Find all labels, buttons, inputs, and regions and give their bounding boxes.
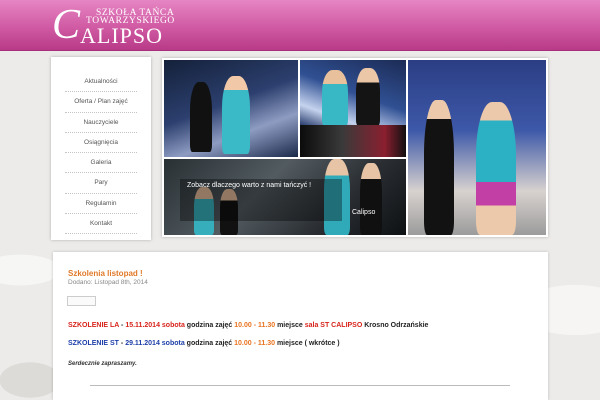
slider-caption-name: Calipso (352, 209, 376, 216)
post-regards: Serdecznie zapraszamy. (68, 361, 137, 367)
training-label: SZKOLENIE LA (68, 322, 120, 329)
menu-item-pary[interactable]: Pary (65, 173, 137, 194)
slider-photo-1 (164, 60, 298, 157)
training-text: godzina zajęć (184, 322, 235, 329)
training-time: 10.00 - 11.30 (234, 340, 276, 347)
menu-item-osiagniecia[interactable]: Osiągnięcia (65, 133, 137, 154)
menu-item-nauczyciele[interactable]: Nauczyciele (65, 113, 137, 133)
calipso-logo[interactable]: C SZKOŁA TAŃCA TOWARZYSKIEGO ALIPSO (52, 2, 192, 48)
logo-letter: C (52, 2, 81, 48)
menu-item-oferta[interactable]: Oferta / Plan zajęć (65, 92, 137, 113)
training-date: 29.11.2014 sobota (125, 340, 185, 347)
training-text: godzina zajęć (184, 340, 235, 347)
post-title[interactable]: Szkolenia listopad ! (68, 269, 143, 278)
site-header: C SZKOŁA TAŃCA TOWARZYSKIEGO ALIPSO (0, 0, 600, 51)
menu-item-aktualnosci[interactable]: Aktualności (65, 72, 137, 93)
post-divider (90, 385, 510, 386)
menu-item-kontakt[interactable]: Kontakt (65, 214, 137, 235)
training-line-st: SZKOLENIE ST - 29.11.2014 sobota godzina… (68, 340, 340, 347)
training-line-la: SZKOLENIE LA - 15.11.2014 sobota godzina… (68, 322, 428, 329)
training-text: miejsce ( wkrótce ) (275, 340, 340, 347)
menu-item-galeria[interactable]: Galeria (65, 153, 137, 174)
training-text: miejsce (275, 322, 305, 329)
slider-photo-3 (300, 125, 406, 157)
slider-photo-5 (408, 60, 546, 235)
training-label: SZKOLENIE ST (68, 340, 119, 347)
slider-caption[interactable]: Zobacz dlaczego warto z nami tańczyć ! C… (180, 179, 375, 221)
slider-photo-2 (300, 60, 406, 125)
sidebar-menu: Aktualności Oferta / Plan zajęć Nauczyci… (51, 57, 151, 240)
training-date: 15.11.2014 sobota (125, 322, 185, 329)
logo-name: ALIPSO (80, 23, 164, 48)
nav-menu: Aktualności Oferta / Plan zajęć Nauczyci… (65, 72, 137, 235)
training-place: sala ST CALIPSO (304, 322, 363, 329)
main-content: Szkolenia listopad ! Dodano: Listopad 8t… (53, 252, 548, 400)
slider-caption-text[interactable]: Zobacz dlaczego warto z nami tańczyć ! (187, 182, 311, 189)
post-date: Dodano: Listopad 8th, 2014 (68, 279, 148, 286)
menu-item-regulamin[interactable]: Regulamin (65, 194, 137, 215)
training-time: 10.00 - 11.30 (234, 322, 276, 329)
training-text: Krosno Odrzańskie (362, 322, 429, 329)
share-button[interactable] (67, 296, 96, 306)
